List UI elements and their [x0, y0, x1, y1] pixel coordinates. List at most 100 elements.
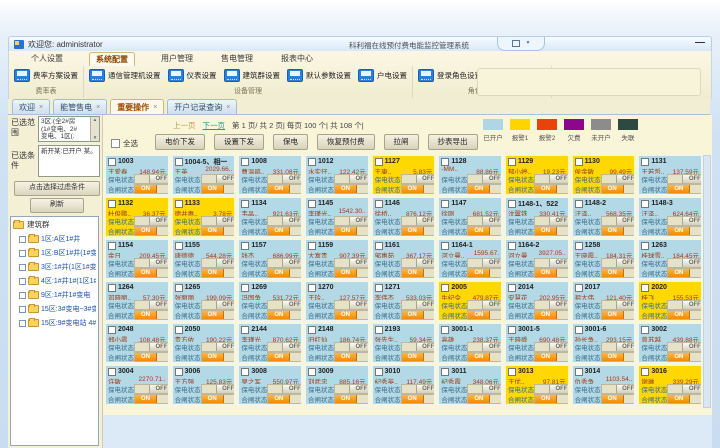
refresh-button[interactable]: 刷新 [30, 198, 84, 213]
card-checkbox[interactable] [175, 284, 183, 292]
card-checkbox[interactable] [575, 200, 583, 208]
meter-card[interactable]: 1154金日209.45元保电状态OFF合闸状态ON [105, 239, 169, 279]
switch-toggle[interactable]: ON [467, 310, 502, 320]
power-keep-toggle[interactable]: OFF [334, 384, 369, 394]
card-checkbox[interactable] [641, 368, 649, 376]
ribbon-tab[interactable]: 个人设置 [29, 51, 65, 66]
card-checkbox[interactable] [241, 242, 249, 250]
switch-toggle[interactable]: ON [534, 394, 569, 404]
switch-toggle[interactable]: ON [267, 184, 302, 194]
meter-card[interactable]: 1148-3汪泽..624.64元保电状态OFF合闸状态ON [638, 197, 702, 237]
card-checkbox[interactable] [175, 200, 183, 208]
card-checkbox[interactable] [175, 158, 183, 166]
action-button[interactable]: 恢复预付费 [317, 134, 375, 150]
power-keep-toggle[interactable]: OFF [667, 216, 702, 226]
switch-toggle[interactable]: ON [267, 226, 302, 236]
power-keep-toggle[interactable]: OFF [267, 216, 302, 226]
meter-card[interactable]: 1263桂球雪..184.45元保电状态OFF合闸状态ON [638, 239, 702, 279]
power-keep-toggle[interactable]: OFF [134, 342, 169, 352]
card-checkbox[interactable] [575, 368, 583, 376]
select-all-checkbox[interactable] [111, 139, 120, 148]
meter-card[interactable]: 1264邓晓丽..57.30元保电状态OFF合闸状态ON [105, 281, 169, 321]
meter-card[interactable]: 1127王康..5.83元保电状态OFF合闸状态ON [372, 155, 436, 195]
power-keep-toggle[interactable]: OFF [467, 300, 502, 310]
switch-toggle[interactable]: ON [134, 310, 169, 320]
power-keep-toggle[interactable]: OFF [267, 384, 302, 394]
meter-card[interactable]: 3013王优..97.81元保电状态OFF合闸状态ON [505, 365, 569, 405]
switch-toggle[interactable]: ON [401, 184, 436, 194]
meter-card[interactable]: 1131王若哲..137.59元保电状态OFF合闸状态ON [638, 155, 702, 195]
switch-toggle[interactable]: ON [601, 184, 636, 194]
meter-card[interactable]: 1157钱杰686.99元保电状态OFF合闸状态ON [238, 239, 302, 279]
switch-toggle[interactable]: ON [334, 394, 369, 404]
card-checkbox[interactable] [508, 242, 516, 250]
meter-card[interactable]: 2144李瑾光870.62元保电状态OFF合闸状态ON [238, 323, 302, 363]
power-keep-toggle[interactable]: OFF [401, 342, 436, 352]
switch-toggle[interactable]: ON [134, 226, 169, 236]
power-keep-toggle[interactable]: OFF [667, 384, 702, 394]
meter-card[interactable]: 1008曹温鹃..331.08元保电状态OFF合闸状态ON [238, 155, 302, 195]
card-checkbox[interactable] [241, 284, 249, 292]
power-keep-toggle[interactable]: OFF [467, 384, 502, 394]
meter-card[interactable]: 1012水实仔..122.42元保电状态OFF合闸状态ON [305, 155, 369, 195]
power-keep-toggle[interactable]: OFF [201, 342, 236, 352]
power-keep-toggle[interactable]: OFF [334, 258, 369, 268]
ribbon-button[interactable]: 仪表设置 [168, 69, 217, 82]
switch-toggle[interactable]: ON [667, 268, 702, 278]
power-keep-toggle[interactable]: OFF [401, 216, 436, 226]
switch-toggle[interactable]: ON [201, 352, 236, 362]
power-keep-toggle[interactable]: OFF [334, 216, 369, 226]
meter-card[interactable]: 3001-1高雄238.37元保电状态OFF合闸状态ON [438, 323, 502, 363]
power-keep-toggle[interactable]: OFF [467, 258, 502, 268]
power-keep-toggle[interactable]: OFF [667, 342, 702, 352]
tree-item[interactable]: 4区:1#井1#(1区1# [19, 276, 96, 286]
switch-toggle[interactable]: ON [201, 226, 236, 236]
tree-item[interactable]: 15区:9#变电站 4#变 [19, 318, 96, 328]
meter-card[interactable]: 1145李瑾光..1542.30..保电状态OFF合闸状态ON [305, 197, 369, 237]
meter-card[interactable]: 2048郑小霞108.48元保电状态OFF合闸状态ON [105, 323, 169, 363]
card-checkbox[interactable] [441, 368, 449, 376]
switch-toggle[interactable]: ON [467, 394, 502, 404]
card-checkbox[interactable] [375, 368, 383, 376]
power-keep-toggle[interactable]: OFF [201, 174, 236, 184]
meter-card[interactable]: 1128-MM..88.86元保电状态OFF合闸状态ON [438, 155, 502, 195]
switch-toggle[interactable]: ON [467, 268, 502, 278]
tree-root[interactable]: 建筑群 [13, 219, 96, 230]
power-keep-toggle[interactable]: OFF [534, 300, 569, 310]
meter-card[interactable]: 1129郁小婷..19.23元保电状态OFF合闸状态ON [505, 155, 569, 195]
vertical-scrollbar[interactable] [703, 155, 711, 408]
card-checkbox[interactable] [375, 326, 383, 334]
meter-card[interactable]: 1258王晓霞..184.31元保电状态OFF合闸状态ON [572, 239, 636, 279]
card-checkbox[interactable] [575, 326, 583, 334]
power-keep-toggle[interactable]: OFF [601, 300, 636, 310]
card-checkbox[interactable] [108, 326, 116, 334]
power-keep-toggle[interactable]: OFF [201, 216, 236, 226]
switch-toggle[interactable]: ON [534, 268, 569, 278]
card-checkbox[interactable] [375, 200, 383, 208]
card-checkbox[interactable] [241, 368, 249, 376]
action-button[interactable]: 设置下发 [214, 134, 264, 150]
ribbon-button[interactable]: 户电设置 [358, 69, 407, 82]
power-keep-toggle[interactable]: OFF [601, 216, 636, 226]
meter-card[interactable]: 2050贵方依190.22元保电状态OFF合闸状态ON [172, 323, 236, 363]
power-keep-toggle[interactable]: OFF [467, 216, 502, 226]
switch-toggle[interactable]: ON [134, 184, 169, 194]
doc-tab[interactable]: 重要操作× [110, 99, 164, 114]
card-checkbox[interactable] [508, 326, 516, 334]
ribbon-tab[interactable]: 系统配置 [89, 52, 135, 66]
power-keep-toggle[interactable]: OFF [667, 174, 702, 184]
card-checkbox[interactable] [508, 284, 516, 292]
switch-toggle[interactable]: ON [201, 184, 236, 194]
card-checkbox[interactable] [308, 326, 316, 334]
tree-checkbox[interactable] [19, 292, 26, 299]
switch-toggle[interactable]: ON [401, 310, 436, 320]
power-keep-toggle[interactable]: OFF [134, 174, 169, 184]
card-checkbox[interactable] [641, 200, 649, 208]
meter-card[interactable]: 1270王玲..127.57元保电状态OFF合闸状态ON [305, 281, 369, 321]
minimize-button[interactable]: — [695, 37, 705, 48]
power-keep-toggle[interactable]: OFF [601, 384, 636, 394]
power-keep-toggle[interactable]: OFF [134, 300, 169, 310]
tree-checkbox[interactable] [19, 306, 26, 313]
meter-card[interactable]: 3014仇秀争1103.54..保电状态OFF合闸状态ON [572, 365, 636, 405]
meter-card[interactable]: 2014安慧花202.95元保电状态OFF合闸状态ON [505, 281, 569, 321]
